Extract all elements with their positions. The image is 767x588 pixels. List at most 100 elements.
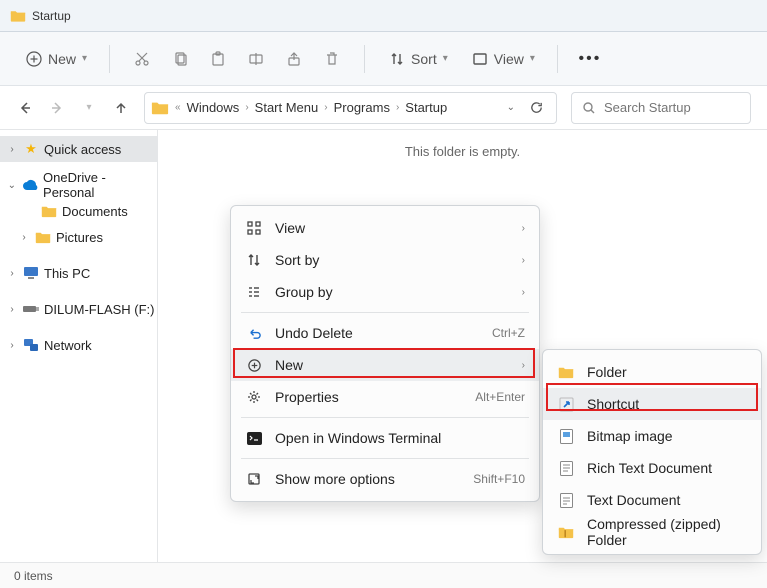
ctx-label: Properties — [275, 389, 463, 405]
sidebar-item-network[interactable]: › Network — [0, 332, 157, 358]
sort-icon — [387, 49, 407, 69]
ctx-new-txt[interactable]: Text Document — [543, 484, 761, 516]
sidebar-item-documents[interactable]: Documents — [0, 198, 157, 224]
ctx-new[interactable]: New › — [231, 349, 539, 381]
separator — [241, 417, 529, 418]
folder-icon — [34, 229, 52, 245]
plus-circle-icon — [245, 356, 263, 374]
cloud-icon — [22, 177, 39, 193]
ctx-shortcut: Ctrl+Z — [492, 326, 525, 340]
sidebar-item-label: DILUM-FLASH (F:) — [44, 302, 155, 317]
rename-icon — [246, 49, 266, 69]
up-button[interactable] — [112, 99, 130, 117]
view-icon — [470, 49, 490, 69]
grid-icon — [245, 219, 263, 237]
ctx-new-bitmap[interactable]: Bitmap image — [543, 420, 761, 452]
ctx-properties[interactable]: Properties Alt+Enter — [231, 381, 539, 413]
delete-button[interactable] — [314, 43, 350, 75]
breadcrumb-item[interactable]: Startup — [405, 100, 447, 115]
chevron-right-icon: › — [522, 223, 525, 234]
sidebar-item-this-pc[interactable]: › This PC — [0, 260, 157, 286]
ctx-show-more[interactable]: Show more options Shift+F10 — [231, 463, 539, 495]
document-icon — [557, 459, 575, 477]
breadcrumb-item[interactable]: Programs — [334, 100, 390, 115]
properties-icon — [245, 388, 263, 406]
search-box[interactable] — [571, 92, 751, 124]
folder-icon — [40, 203, 58, 219]
sidebar-item-pictures[interactable]: › Pictures — [0, 224, 157, 250]
sidebar-item-drive[interactable]: › DILUM-FLASH (F:) — [0, 296, 157, 322]
rename-button[interactable] — [238, 43, 274, 75]
ctx-new-zip[interactable]: Compressed (zipped) Folder — [543, 516, 761, 548]
refresh-button[interactable] — [523, 100, 550, 115]
ctx-label: Sort by — [275, 252, 510, 268]
chevron-right-icon: › — [6, 340, 18, 351]
sidebar-item-onedrive[interactable]: ⌄ OneDrive - Personal — [0, 172, 157, 198]
ctx-label: Group by — [275, 284, 510, 300]
plus-circle-icon — [24, 49, 44, 69]
sidebar-item-label: Network — [44, 338, 92, 353]
search-input[interactable] — [604, 100, 740, 115]
share-icon — [284, 49, 304, 69]
ctx-label: Folder — [587, 364, 747, 380]
shortcut-icon — [557, 395, 575, 413]
sidebar-item-label: Pictures — [56, 230, 103, 245]
recent-button[interactable]: ▾ — [80, 99, 98, 117]
divider — [364, 45, 365, 73]
document-icon — [557, 491, 575, 509]
new-button[interactable]: New ▾ — [16, 43, 95, 75]
sort-button[interactable]: Sort ▾ — [379, 43, 456, 75]
cut-button[interactable] — [124, 43, 160, 75]
ctx-new-rtf[interactable]: Rich Text Document — [543, 452, 761, 484]
sidebar-item-quick-access[interactable]: › ★ Quick access — [0, 136, 157, 162]
breadcrumb-item[interactable]: Windows — [187, 100, 240, 115]
ctx-label: New — [275, 357, 510, 373]
ctx-undo-delete[interactable]: Undo Delete Ctrl+Z — [231, 317, 539, 349]
pc-icon — [22, 265, 40, 281]
forward-button[interactable] — [48, 99, 66, 117]
copy-icon — [170, 49, 190, 69]
more-options-icon — [245, 470, 263, 488]
search-icon — [582, 101, 596, 115]
address-bar[interactable]: « Windows › Start Menu › Programs › Star… — [144, 92, 557, 124]
ctx-label: Open in Windows Terminal — [275, 430, 525, 446]
ctx-label: Show more options — [275, 471, 461, 487]
statusbar: 0 items — [0, 562, 767, 588]
chevron-right-icon: › — [6, 268, 18, 279]
cut-icon — [132, 49, 152, 69]
chevron-right-icon: › — [18, 232, 30, 243]
copy-button[interactable] — [162, 43, 198, 75]
group-icon — [245, 283, 263, 301]
star-icon: ★ — [22, 141, 40, 157]
view-button[interactable]: View ▾ — [462, 43, 543, 75]
chevron-right-icon: › — [522, 287, 525, 298]
chevron-down-icon: ▾ — [443, 53, 448, 64]
ctx-new-shortcut[interactable]: Shortcut — [543, 388, 761, 420]
more-button[interactable]: ••• — [572, 43, 608, 75]
ctx-group-by[interactable]: Group by › — [231, 276, 539, 308]
sort-label: Sort — [411, 51, 437, 67]
share-button[interactable] — [276, 43, 312, 75]
breadcrumb-overflow[interactable]: « — [173, 102, 183, 113]
folder-icon — [557, 363, 575, 381]
chevron-right-icon: › — [243, 102, 250, 113]
ctx-open-terminal[interactable]: Open in Windows Terminal — [231, 422, 539, 454]
breadcrumb-item[interactable]: Start Menu — [255, 100, 319, 115]
divider — [557, 45, 558, 73]
terminal-icon — [245, 429, 263, 447]
paste-button[interactable] — [200, 43, 236, 75]
chevron-right-icon: › — [522, 255, 525, 266]
address-dropdown[interactable]: ⌄ — [503, 102, 519, 113]
chevron-down-icon: ⌄ — [6, 180, 18, 191]
titlebar: Startup — [0, 0, 767, 32]
ctx-label: Rich Text Document — [587, 460, 747, 476]
ctx-sort-by[interactable]: Sort by › — [231, 244, 539, 276]
ctx-view[interactable]: View › — [231, 212, 539, 244]
context-submenu-new: Folder Shortcut Bitmap image Rich Text D… — [542, 349, 762, 555]
navbar: ▾ « Windows › Start Menu › Programs › St… — [0, 86, 767, 130]
context-menu: View › Sort by › Group by › Undo Delete … — [230, 205, 540, 502]
back-button[interactable] — [16, 99, 34, 117]
ctx-new-folder[interactable]: Folder — [543, 356, 761, 388]
undo-icon — [245, 324, 263, 342]
ctx-shortcut: Alt+Enter — [475, 390, 525, 404]
